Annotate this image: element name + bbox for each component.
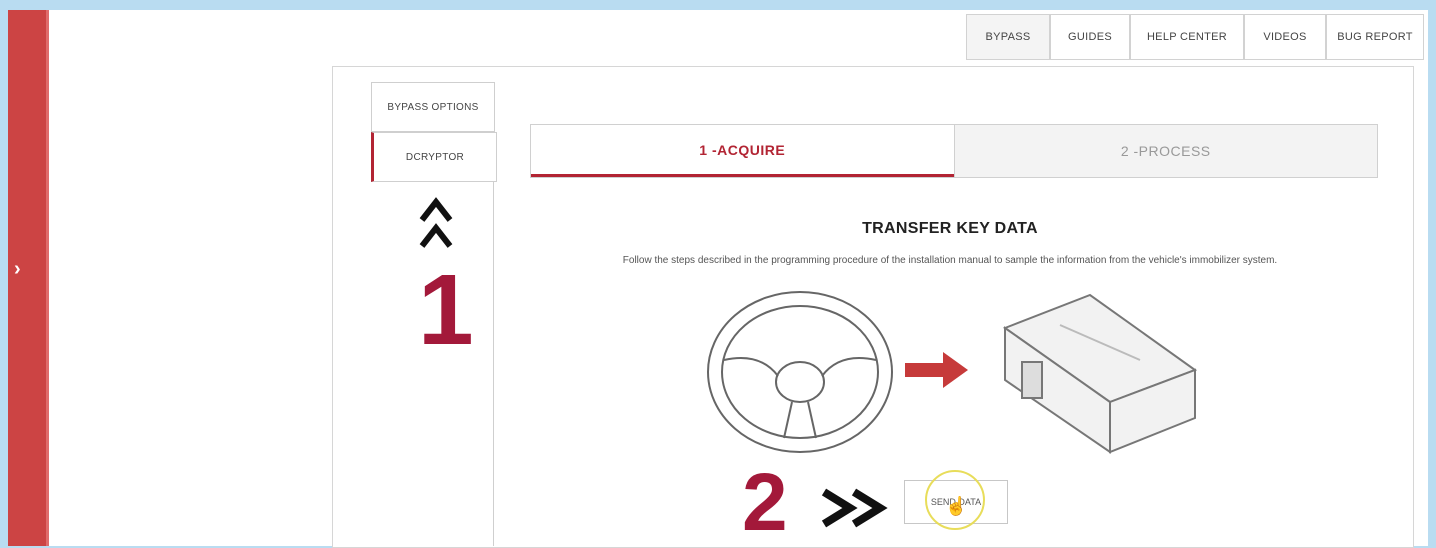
sidebar-border [46,10,49,546]
double-chevron-right-icon [820,486,896,535]
top-nav-tabs: BYPASS GUIDES HELP CENTER VIDEOS BUG REP… [966,14,1424,60]
step-process[interactable]: 2 -PROCESS [953,125,1377,177]
step-tabs: 1 -ACQUIRE 2 -PROCESS [530,124,1378,178]
left-column-divider [493,182,494,546]
arrow-right-icon [905,352,968,388]
annotation-marker-1: 1 [418,254,474,366]
tab-guides[interactable]: GUIDES [1050,14,1130,60]
annotation-marker-2: 2 [742,457,788,548]
tab-bypass-options[interactable]: BYPASS OPTIONS [371,82,495,132]
hand-cursor-icon: ☝ [945,496,968,516]
steering-wheel-to-module-illustration [707,291,1198,454]
tab-bypass[interactable]: BYPASS [966,14,1050,60]
section-heading: TRANSFER KEY DATA [862,220,1038,237]
tab-bug-report[interactable]: BUG REPORT [1326,14,1424,60]
double-chevron-up-icon [418,196,454,256]
chevron-right-icon[interactable]: › [14,258,21,281]
dcryptor-module-icon [1002,293,1198,454]
step-acquire[interactable]: 1 -ACQUIRE [531,125,954,177]
tab-videos[interactable]: VIDEOS [1244,14,1326,60]
steering-wheel-icon [707,291,893,453]
tab-help-center[interactable]: HELP CENTER [1130,14,1244,60]
section-description: Follow the steps described in the progra… [622,255,1278,266]
collapsed-sidebar[interactable]: › [8,10,49,546]
tab-dcryptor[interactable]: DCRYPTOR [371,132,497,182]
